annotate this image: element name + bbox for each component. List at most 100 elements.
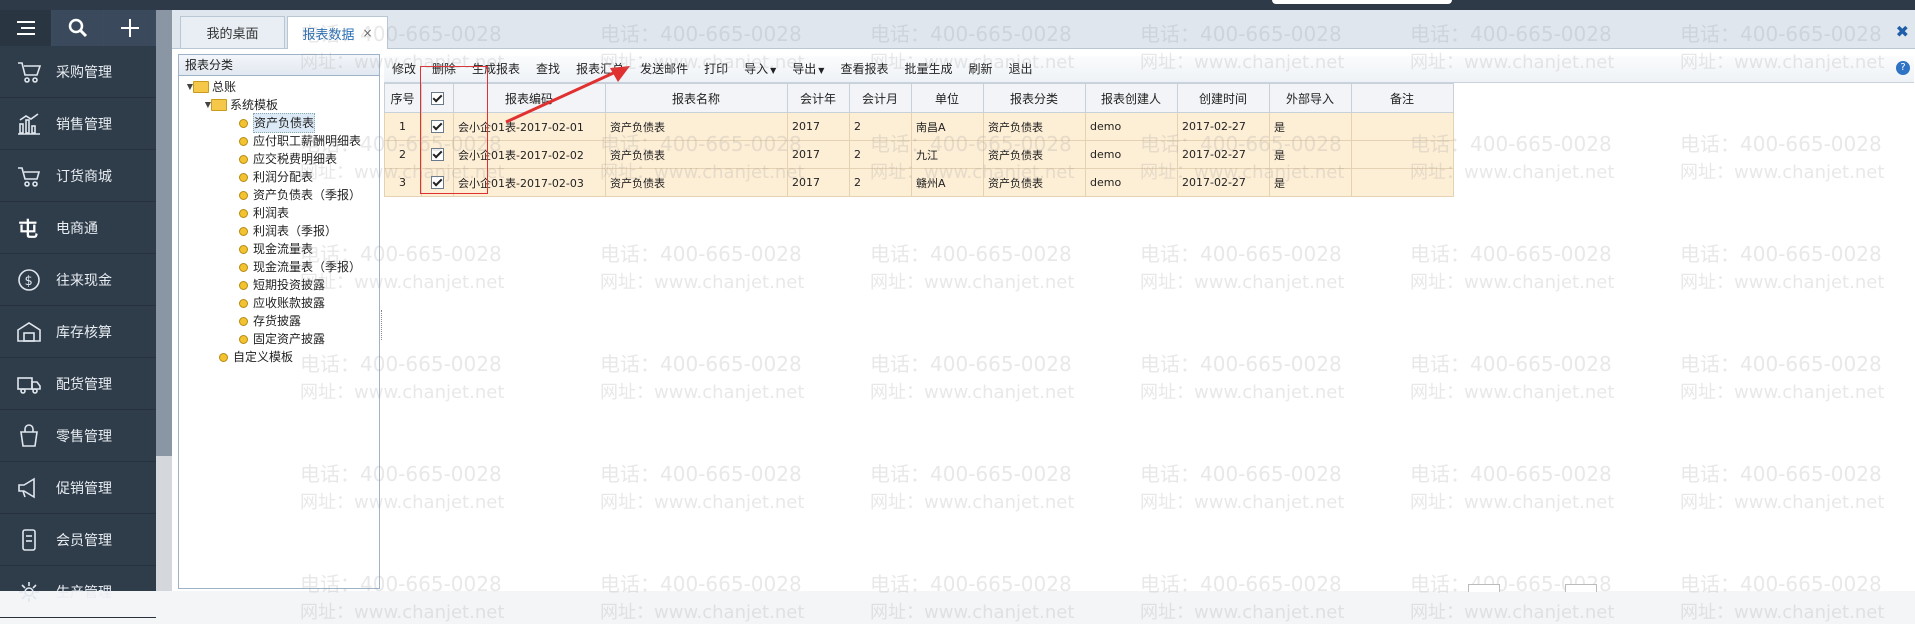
search-icon[interactable] <box>52 10 104 46</box>
report-node-icon <box>239 298 248 308</box>
tree-node[interactable]: 资产负债表 <box>239 113 316 133</box>
toolbar-button[interactable]: 打印 <box>696 56 736 82</box>
tree-node[interactable]: 利润分配表 <box>239 168 313 186</box>
table-row[interactable]: 2 会小企01表-2017-02-02 资产负债表 2017 2 九江 资产负债表 demo 2… <box>384 140 1454 169</box>
sidebar-item[interactable]: 促销管理 <box>0 462 156 514</box>
annotation-highlight-box <box>420 66 488 194</box>
column-header: 会计月 <box>849 83 912 113</box>
tree-node[interactable]: 利润表 <box>239 204 289 222</box>
column-header: 报表创建人 <box>1085 83 1178 113</box>
table-cell: 1 <box>384 112 422 141</box>
report-node-icon <box>239 262 248 272</box>
table-cell: 是 <box>1269 112 1352 141</box>
svg-text:$: $ <box>25 274 33 289</box>
tree-node-label: 系统模板 <box>230 98 279 112</box>
menu-icon[interactable] <box>0 10 52 46</box>
toolbar-button[interactable]: 修改 <box>384 56 424 82</box>
sidebar-item-label: 生产管理 <box>56 584 112 601</box>
sidebar-item-label: 库存核算 <box>56 324 112 341</box>
table-cell: 资产负债表 <box>983 168 1086 197</box>
panel-splitter[interactable] <box>381 310 386 340</box>
tree-node[interactable]: 应收账款披露 <box>239 294 325 312</box>
sidebar-scrollbar[interactable] <box>156 10 172 591</box>
report-node-icon <box>239 118 248 128</box>
sidebar-item[interactable]: $ 往来现金 <box>0 254 156 306</box>
toolbar-button[interactable]: 查看报表 <box>832 56 896 82</box>
sidebar-item[interactable]: 订货商城 <box>0 150 156 202</box>
tab-my-desktop[interactable]: 我的桌面 <box>180 16 285 48</box>
sidebar-item-label: 销售管理 <box>56 116 112 133</box>
tree-node[interactable]: 自定义模板 <box>219 348 293 366</box>
tree-node-label: 利润分配表 <box>253 170 314 184</box>
tree-node[interactable]: 资产负债表（季报） <box>239 186 361 204</box>
sidebar-item[interactable]: 销售管理 <box>0 98 156 150</box>
add-icon[interactable] <box>104 10 156 46</box>
table-cell <box>1351 140 1454 169</box>
expand-icon[interactable]: ▲ <box>201 96 211 114</box>
table-cell: 2017 <box>787 112 850 141</box>
tree-node[interactable]: 应交税费明细表 <box>239 150 337 168</box>
sidebar-item[interactable]: 零售管理 <box>0 410 156 462</box>
table-cell: 2 <box>384 140 422 169</box>
toolbar-button[interactable]: 导入 ▼ <box>736 56 784 82</box>
toolbar-button-label: 发送邮件 <box>640 62 689 76</box>
table-cell <box>1351 168 1454 197</box>
tab-bar: 我的桌面 报表数据 × ✖ <box>172 10 1915 49</box>
sidebar-item-label: 配货管理 <box>56 376 112 393</box>
truck-icon <box>14 369 44 399</box>
sidebar-item[interactable]: 配货管理 <box>0 358 156 410</box>
close-all-icon[interactable]: ✖ <box>1896 22 1909 41</box>
tree-node-label: 存货披露 <box>253 314 302 328</box>
toolbar-button-label: 导入 <box>744 62 769 76</box>
table-cell: demo <box>1085 112 1178 141</box>
table-cell: 资产负债表 <box>983 140 1086 169</box>
expand-icon[interactable]: ▲ <box>183 78 193 96</box>
tab-label: 报表数据 <box>302 27 355 43</box>
table-cell: 2 <box>849 140 912 169</box>
tree-node[interactable]: ▲ 总账 <box>183 78 236 96</box>
sidebar-item[interactable]: 生产管理 <box>0 566 156 618</box>
bar-chart-icon <box>14 109 44 139</box>
report-node-icon <box>239 208 248 218</box>
toolbar-button[interactable]: 发送邮件 <box>632 56 696 82</box>
tree-node-label: 总账 <box>212 80 237 94</box>
sidebar: 采购管理销售管理订货商城屯 电商通 $ 往来现金库存核算配货管理零售管理 促销管理 会员管… <box>0 10 156 618</box>
tree-node[interactable]: 现金流量表（季报） <box>239 258 361 276</box>
tab-report-data[interactable]: 报表数据 × <box>287 16 388 49</box>
sidebar-item[interactable]: 库存核算 <box>0 306 156 358</box>
sidebar-item[interactable]: 会员管理 <box>0 514 156 566</box>
toolbar-button-label: 打印 <box>704 62 729 76</box>
tree-node[interactable]: 短期投资披露 <box>239 276 325 294</box>
sidebar-item-label: 电商通 <box>56 220 98 237</box>
table-cell: 2017-02-27 <box>1177 140 1270 169</box>
tree-node[interactable]: 存货披露 <box>239 312 301 330</box>
tree-node-label: 应付职工薪酬明细表 <box>253 134 362 148</box>
column-header: 序号 <box>384 83 422 113</box>
sidebar-item[interactable]: 屯 电商通 <box>0 202 156 254</box>
tree-node[interactable]: 现金流量表 <box>239 240 313 258</box>
table-row[interactable]: 3 会小企01表-2017-02-03 资产负债表 2017 2 赣州A 资产负债表 demo… <box>384 168 1454 197</box>
sidebar-scroll-thumb[interactable] <box>156 10 172 456</box>
tree-node[interactable]: 固定资产披露 <box>239 330 325 348</box>
table-cell: 2017 <box>787 168 850 197</box>
tree-node[interactable]: 应付职工薪酬明细表 <box>239 132 361 150</box>
tree-node[interactable]: 利润表（季报） <box>239 222 337 240</box>
tree-node[interactable]: ▲ 系统模板 <box>201 96 278 114</box>
table-cell <box>1351 112 1454 141</box>
report-node-icon <box>239 280 248 290</box>
column-header: 报表分类 <box>983 83 1086 113</box>
toolbar-button[interactable]: 退出 <box>1001 56 1041 82</box>
report-node-icon <box>239 334 248 344</box>
annotation-arrow <box>505 66 630 124</box>
tree-node-label: 固定资产披露 <box>253 332 326 346</box>
toolbar-button[interactable]: 批量生成 <box>896 56 960 82</box>
table-cell: 南昌A <box>911 112 984 141</box>
sidebar-item[interactable]: 采购管理 <box>0 46 156 98</box>
watermark-site: 网址：www.chanjet.net <box>1140 602 1345 623</box>
help-icon[interactable]: ? <box>1896 61 1910 75</box>
toolbar-button-label: 导出 <box>792 62 817 76</box>
toolbar-button[interactable]: 刷新 <box>960 56 1000 82</box>
toolbar-button[interactable]: 导出 ▼ <box>784 56 832 82</box>
close-icon[interactable]: × <box>362 26 372 40</box>
column-header: 备注 <box>1351 83 1454 113</box>
